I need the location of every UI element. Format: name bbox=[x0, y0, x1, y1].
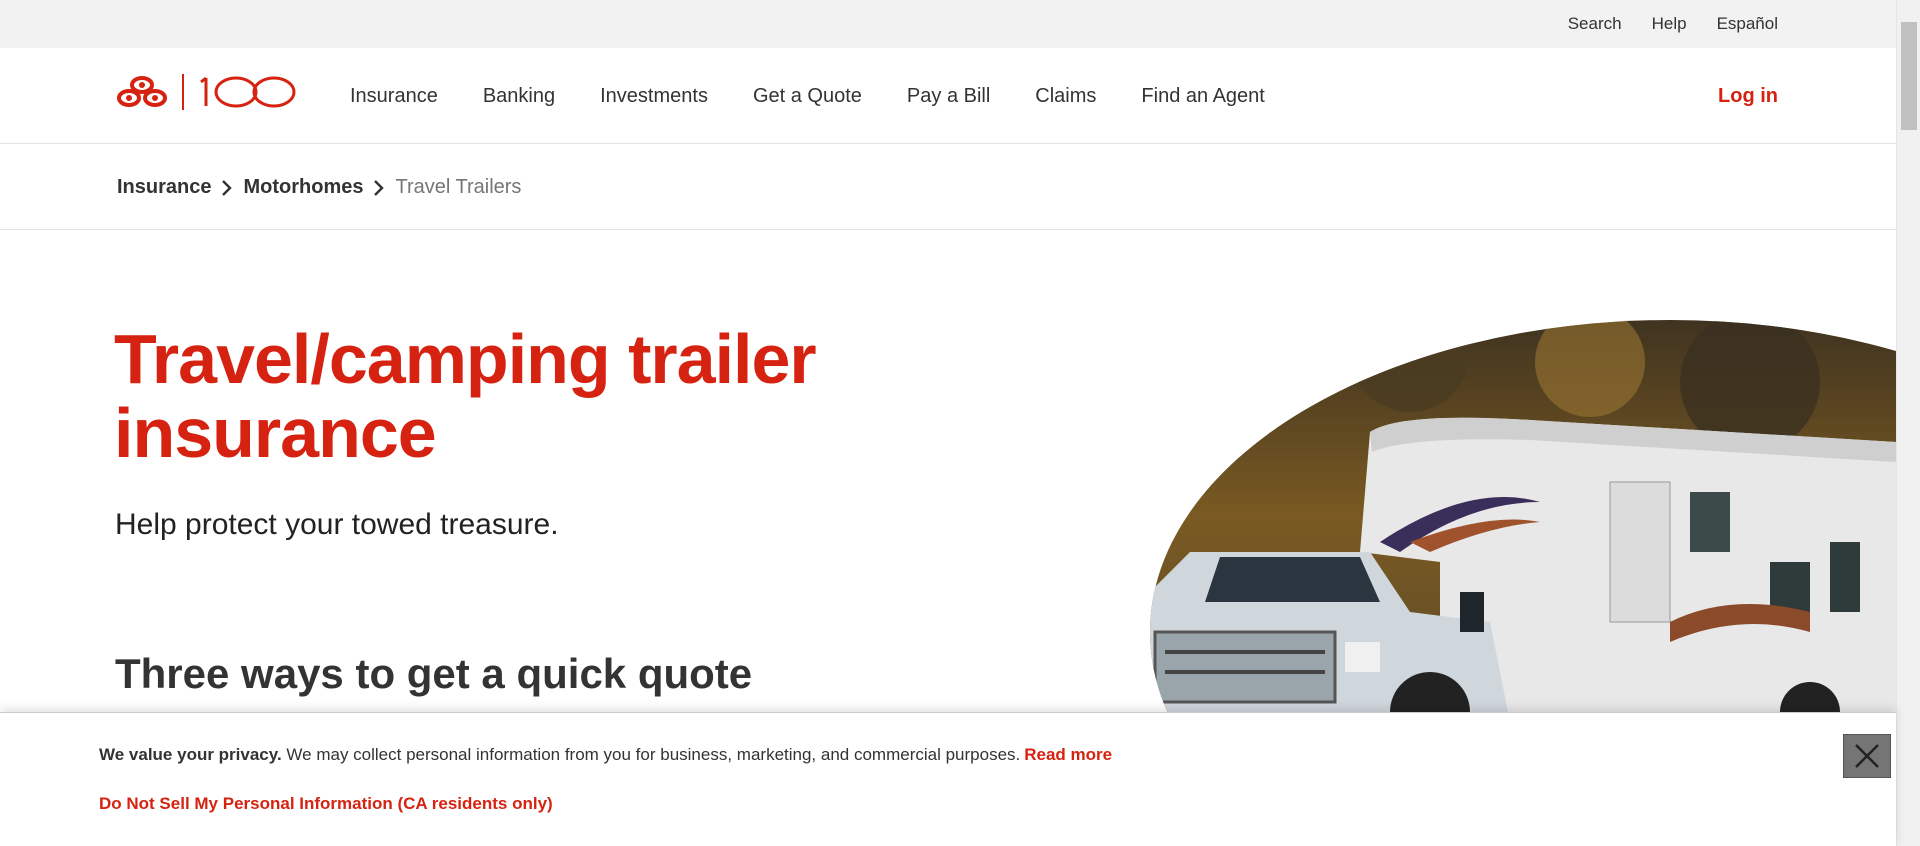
page-title: Travel/camping trailer insurance bbox=[114, 322, 874, 470]
utility-bar: Search Help Español bbox=[0, 0, 1896, 48]
nav-item-pay-a-bill[interactable]: Pay a Bill bbox=[907, 85, 990, 108]
section-title: Three ways to get a quick quote bbox=[115, 650, 753, 697]
nav-item-investments[interactable]: Investments bbox=[600, 85, 708, 108]
breadcrumb: Insurance Motorhomes Travel Trailers bbox=[117, 145, 521, 230]
breadcrumb-insurance[interactable]: Insurance bbox=[117, 176, 211, 199]
breadcrumb-bar: Insurance Motorhomes Travel Trailers bbox=[0, 145, 1896, 230]
utility-espanol-link[interactable]: Español bbox=[1717, 14, 1778, 34]
hero-image-truck-trailer bbox=[1110, 312, 1896, 722]
close-banner-button[interactable] bbox=[1843, 734, 1891, 778]
breadcrumb-current: Travel Trailers bbox=[395, 176, 522, 198]
three-ovals-logo-icon bbox=[117, 76, 167, 107]
privacy-banner: We value your privacy. We may collect pe… bbox=[0, 712, 1896, 846]
nav-item-get-a-quote[interactable]: Get a Quote bbox=[753, 85, 862, 108]
page-scrollbar[interactable] bbox=[1896, 0, 1920, 846]
scrollbar-thumb[interactable] bbox=[1901, 22, 1917, 130]
privacy-notice: We value your privacy. We may collect pe… bbox=[99, 745, 1112, 765]
close-icon bbox=[1855, 744, 1879, 768]
read-more-link[interactable]: Read more bbox=[1024, 745, 1112, 764]
nav-item-claims[interactable]: Claims bbox=[1035, 85, 1096, 108]
page-subtitle: Help protect your towed treasure. bbox=[115, 508, 559, 541]
privacy-body: We may collect personal information from… bbox=[281, 745, 1021, 764]
logo-divider bbox=[182, 74, 184, 110]
utility-search-link[interactable]: Search bbox=[1568, 14, 1622, 34]
privacy-lead: We value your privacy. bbox=[99, 745, 282, 764]
chevron-right-icon bbox=[221, 179, 233, 197]
chevron-right-icon bbox=[373, 179, 385, 197]
utility-help-link[interactable]: Help bbox=[1652, 14, 1687, 34]
page-title-line-1: Travel/camping trailer bbox=[114, 320, 817, 398]
page-title-line-2: insurance bbox=[114, 394, 437, 472]
primary-nav: Insurance Banking Investments Get a Quot… bbox=[350, 48, 1265, 144]
nav-item-insurance[interactable]: Insurance bbox=[350, 85, 438, 108]
nav-item-banking[interactable]: Banking bbox=[483, 85, 555, 108]
nav-item-find-an-agent[interactable]: Find an Agent bbox=[1141, 85, 1264, 108]
do-not-sell-link[interactable]: Do Not Sell My Personal Information (CA … bbox=[99, 794, 553, 814]
login-link[interactable]: Log in bbox=[1718, 48, 1778, 144]
brand-mark-100 bbox=[200, 76, 296, 108]
logo[interactable] bbox=[116, 74, 296, 110]
utility-links: Search Help Español bbox=[1568, 0, 1778, 48]
breadcrumb-motorhomes[interactable]: Motorhomes bbox=[243, 176, 363, 199]
main-nav: Insurance Banking Investments Get a Quot… bbox=[0, 48, 1896, 144]
